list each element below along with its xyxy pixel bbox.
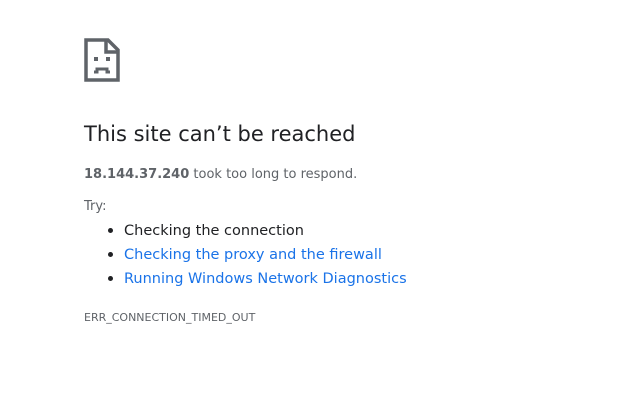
error-summary: 18.144.37.240 took too long to respond. <box>84 165 357 185</box>
check-proxy-firewall-link[interactable]: Checking the proxy and the firewall <box>124 247 382 263</box>
suggestion-text: Checking the connection <box>124 223 304 239</box>
suggestion-network-diagnostics: Running Windows Network Diagnostics <box>84 267 407 291</box>
try-label: Try: <box>84 199 107 214</box>
page-title: This site can’t be reached <box>84 122 356 146</box>
summary-text: took too long to respond. <box>189 167 358 182</box>
network-diagnostics-link[interactable]: Running Windows Network Diagnostics <box>124 271 407 287</box>
bullet-icon <box>108 276 113 281</box>
suggestion-check-proxy-firewall: Checking the proxy and the firewall <box>84 243 407 267</box>
bullet-icon <box>108 228 113 233</box>
host-address: 18.144.37.240 <box>84 167 190 182</box>
suggestion-check-connection: Checking the connection <box>84 219 407 243</box>
error-code: ERR_CONNECTION_TIMED_OUT <box>84 311 256 324</box>
sad-page-icon <box>84 38 120 82</box>
bullet-icon <box>108 252 113 257</box>
suggestions-list: Checking the connection Checking the pro… <box>84 219 407 291</box>
